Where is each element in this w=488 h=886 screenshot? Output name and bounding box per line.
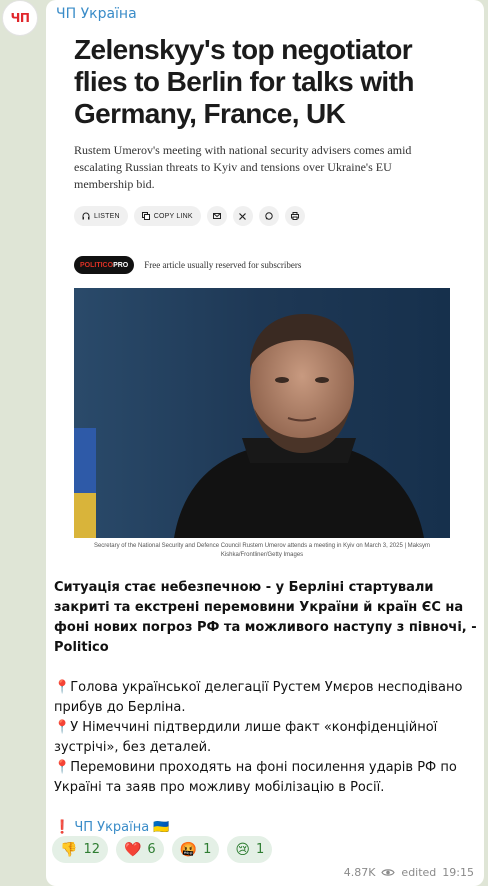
article-subhead: Rustem Umerov's meeting with national se… <box>74 143 412 191</box>
politico-pro-badge: POLITICO PRO <box>74 256 135 274</box>
thumbs-down-icon: 👎 <box>60 841 78 858</box>
article-preview-image[interactable]: Zelenskyy's top negotiator flies to Berl… <box>74 34 450 562</box>
pro-text: Free article usually reserved for subscr… <box>144 260 302 270</box>
exclamation-icon: ❗ <box>54 820 71 835</box>
ukraine-flag-icon: 🇺🇦 <box>153 820 170 835</box>
heart-icon: ❤️ <box>123 841 142 858</box>
bullet-text: Голова української делегації Рустем Умєр… <box>54 680 463 715</box>
reaction-count: 12 <box>83 842 100 857</box>
view-count: 4.87K <box>343 866 376 879</box>
copy-link-label: COPY LINK <box>153 212 193 220</box>
reaction-count: 1 <box>203 842 212 857</box>
bullet-text: Перемовини проходять на фоні посилення у… <box>54 760 457 795</box>
listen-button: LISTEN <box>74 206 128 226</box>
bullet-list: 📍Голова української делегації Рустем Умє… <box>54 678 478 798</box>
bullet-text: У Німеччині підтвердили лише факт «конфі… <box>54 720 438 755</box>
angry-face-icon: 🤬 <box>179 841 198 858</box>
listen-label: LISTEN <box>94 212 120 220</box>
pin-icon: 📍 <box>54 680 71 695</box>
headphones-icon <box>82 212 90 220</box>
signature-link[interactable]: ЧП Україна <box>74 820 149 835</box>
crying-face-icon: 😢 <box>235 841 251 858</box>
portrait-photo <box>74 288 450 538</box>
avatar-text: ЧП <box>10 11 30 25</box>
copy-link-button: COPY LINK <box>133 206 201 226</box>
x-icon <box>232 206 253 226</box>
reaction-count: 6 <box>147 842 156 857</box>
message-lead: Ситуація стає небезпечною - у Берліні ст… <box>54 580 477 655</box>
message-text: Ситуація стає небезпечною - у Берліні ст… <box>54 578 478 838</box>
whatsapp-icon <box>258 206 279 226</box>
pin-icon: 📍 <box>54 720 71 735</box>
message-meta: 4.87K edited 19:15 <box>344 866 474 879</box>
reaction-thumbs-down[interactable]: 👎 12 <box>52 836 108 863</box>
reaction-angry[interactable]: 🤬 1 <box>171 836 220 863</box>
politico-pro-row: POLITICO PRO Free article usually reserve… <box>74 256 301 274</box>
email-icon <box>206 206 227 226</box>
eye-icon <box>381 869 396 876</box>
message-bubble: ЧП Україна Zelenskyy's top negotiator fl… <box>46 0 484 886</box>
share-row: LISTEN COPY LINK <box>74 206 305 228</box>
message-time: 19:15 <box>442 866 474 879</box>
channel-avatar[interactable]: ЧП <box>2 0 38 36</box>
signature-line: ❗ ЧП Україна 🇺🇦 <box>54 818 478 838</box>
reaction-heart[interactable]: ❤️ 6 <box>115 836 164 863</box>
edited-label: edited <box>401 866 437 879</box>
reaction-crying[interactable]: 😢 1 <box>227 836 273 863</box>
pro-badge-pro: PRO <box>113 261 129 269</box>
channel-name[interactable]: ЧП Україна <box>56 6 137 22</box>
bullet-item: 📍Перемовини проходять на фоні посилення … <box>54 758 478 798</box>
bullet-item: 📍У Німеччині підтвердили лише факт «конф… <box>54 718 478 758</box>
article-headline: Zelenskyy's top negotiator flies to Berl… <box>74 34 414 129</box>
print-icon <box>284 206 305 226</box>
reactions-row: 👎 12 ❤️ 6 🤬 1 😢 1 <box>52 836 273 863</box>
copy-icon <box>141 212 150 220</box>
pin-icon: 📍 <box>54 760 71 775</box>
article-photo <box>74 288 450 538</box>
bullet-item: 📍Голова української делегації Рустем Умє… <box>54 678 478 718</box>
pro-badge-brand: POLITICO <box>80 261 114 269</box>
reaction-count: 1 <box>256 842 265 857</box>
photo-caption: Secretary of the National Security and D… <box>93 543 431 558</box>
